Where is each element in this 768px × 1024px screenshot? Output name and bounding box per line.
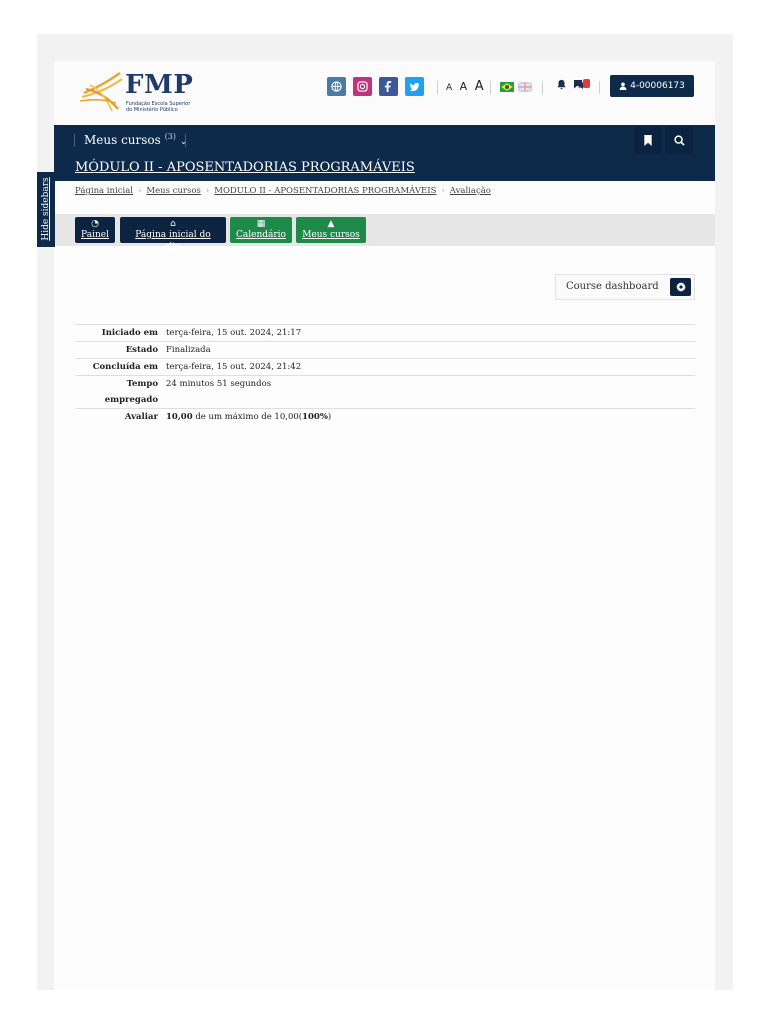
breadcrumb-chevron-icon: › [205,186,210,196]
breadcrumb-current[interactable]: Avaliação [450,186,491,196]
summary-label: Avaliar [124,412,158,422]
grade-end: ) [327,412,332,422]
font-size-large[interactable]: A [475,79,485,94]
summary-label: Estado [125,345,158,355]
header-divider [437,81,438,94]
page-container: FMP Fundação Escola Superior do Ministér… [54,61,715,990]
main-navbar: Meus cursos (3) ⌄ [54,125,715,155]
logo-subtitle: Fundação Escola Superior do Ministério P… [126,101,206,113]
quick-link-label: Painel [81,230,109,240]
font-size-small[interactable]: A [446,83,453,93]
quick-link-my-courses[interactable]: ▲ Meus cursos [296,217,366,243]
quick-link-calendar[interactable]: ▦ Calendário [230,217,292,243]
hide-sidebars-label: Hide sidebars [41,177,51,241]
grade-score: 10,00 [166,412,193,422]
my-courses-dropdown[interactable]: Meus cursos (3) ⌄ [84,132,187,147]
quick-link-label: Página inicial do site [135,230,211,252]
graduation-cap-icon: ▲ [327,219,335,229]
nav-divider [185,134,186,147]
summary-row: Estado Finalizada [75,342,695,359]
course-title[interactable]: MÓDULO II - APOSENTADORIAS PROGRAMÁVEIS [75,160,415,175]
globe-icon[interactable] [327,77,346,96]
quick-link-label: Meus cursos [302,230,360,240]
breadcrumb-chevron-icon: › [441,186,445,196]
summary-value: terça-feira, 15 out. 2024, 21:17 [166,328,302,338]
chevron-down-icon: ⌄ [179,137,188,147]
summary-value: terça-feira, 15 out. 2024, 21:42 [166,362,302,372]
home-icon: ⌂ [170,219,176,229]
course-dashboard-button[interactable]: Course dashboard [555,274,695,300]
header-divider [490,81,491,94]
summary-row-grade: Avaliar 10,00 de um máximo de 10,00(100%… [75,409,695,425]
bell-icon[interactable] [556,79,567,90]
font-size-medium[interactable]: A [460,80,469,93]
summary-row: Iniciado em terça-feira, 15 out. 2024, 2… [75,325,695,342]
message-count-badge [583,79,590,88]
user-icon [619,82,627,90]
my-courses-count: (3) [164,132,176,141]
dashboard-icon: ◔ [91,219,99,229]
summary-label: Iniciado em [101,328,158,338]
breadcrumb-chevron-icon: › [138,186,142,196]
logo-title: FMP [125,70,194,100]
summary-value: Finalizada [166,345,211,355]
brazil-flag-icon[interactable] [500,82,514,92]
search-button[interactable] [665,126,693,154]
summary-label-line2: empregado [104,395,158,405]
instagram-icon[interactable] [353,77,372,96]
header-divider [599,81,600,94]
grade-middle: de um máximo de 10,00( [195,412,303,422]
nav-divider [74,134,75,147]
user-menu-button[interactable]: 4-00006173 [610,75,694,97]
header-divider [542,81,543,94]
quick-links-bar: ◔ Painel ⌂ Página inicial do site ▦ Cale… [54,214,715,252]
course-dashboard-label: Course dashboard [566,281,659,292]
quick-link-site-home[interactable]: ⌂ Página inicial do site [120,217,226,252]
attempt-summary-table: Iniciado em terça-feira, 15 out. 2024, 2… [75,324,695,425]
summary-label-line1: Tempo [126,379,158,389]
summary-label: Tempo empregado [75,376,166,408]
fmp-logo-mark-icon [80,72,123,112]
grade-percent: 100% [302,412,328,422]
quick-link-label: Calendário [236,230,286,240]
summary-grade-value: 10,00 de um máximo de 10,00(100%) [166,409,695,425]
summary-row: Tempo empregado 24 minutos 51 segundos [75,376,695,409]
calendar-icon: ▦ [256,219,266,229]
bookmark-button[interactable] [634,126,662,154]
breadcrumb-course[interactable]: MODULO II - APOSENTADORIAS PROGRAMÁVEIS [214,186,436,196]
font-size-controls: A A A [446,79,487,94]
uk-flag-icon[interactable] [518,82,532,92]
site-header: FMP Fundação Escola Superior do Ministér… [54,61,715,125]
hide-sidebars-toggle[interactable]: Hide sidebars [37,172,55,247]
fmp-logo[interactable]: FMP Fundação Escola Superior do Ministér… [80,69,200,117]
breadcrumb-home[interactable]: Página inicial [75,186,133,196]
gear-icon[interactable] [670,278,691,296]
bookmark-icon [644,134,652,146]
course-title-bar: MÓDULO II - APOSENTADORIAS PROGRAMÁVEIS [54,155,715,181]
summary-row: Concluída em terça-feira, 15 out. 2024, … [75,359,695,376]
facebook-icon[interactable] [379,77,398,96]
quick-link-dashboard[interactable]: ◔ Painel [75,217,115,243]
breadcrumb: Página inicial › Meus cursos › MODULO II - A… [75,186,491,196]
user-id: 4-00006173 [630,81,685,91]
summary-value: 24 minutos 51 segundos [166,379,272,389]
breadcrumb-my-courses[interactable]: Meus cursos [146,186,200,196]
my-courses-label: Meus cursos [84,133,161,147]
search-icon [673,134,685,146]
logo-subtitle-line2: do Ministério Público [126,107,178,113]
twitter-icon[interactable] [405,77,424,96]
summary-label: Concluída em [92,362,158,372]
